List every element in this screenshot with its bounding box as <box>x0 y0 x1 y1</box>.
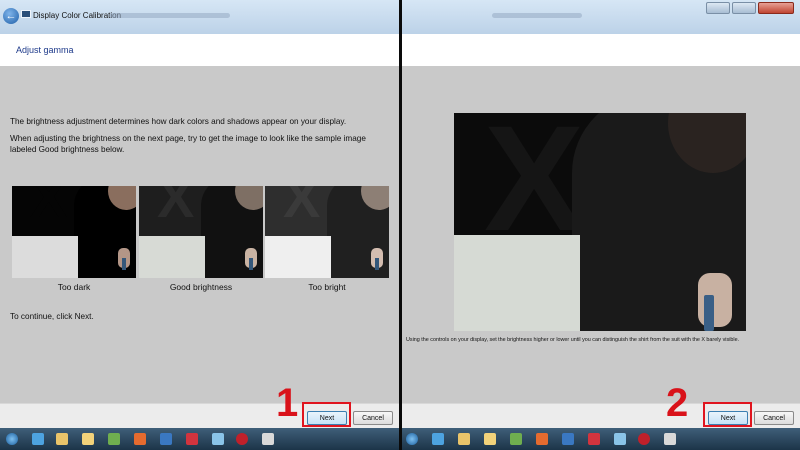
app-icon[interactable] <box>262 433 274 445</box>
window-title-bar <box>402 0 800 35</box>
app-icon[interactable] <box>160 433 172 445</box>
intro-paragraph-1: The brightness adjustment determines how… <box>10 117 347 126</box>
title-bar-blur <box>492 13 582 18</box>
display-app-icon <box>21 10 31 18</box>
calibration-image: X <box>454 113 746 331</box>
folder-icon[interactable] <box>458 433 470 445</box>
window-title: Display Color Calibration <box>33 11 122 20</box>
window-title-bar: ← Display Color Calibration <box>0 0 399 35</box>
back-arrow-icon[interactable]: ← <box>3 8 19 24</box>
next-button-highlight <box>703 402 752 427</box>
sample-label-good-brightness: Good brightness <box>169 282 233 292</box>
taskbar <box>0 428 399 450</box>
sample-image-too-bright: X <box>265 186 389 278</box>
ie-icon[interactable] <box>432 433 444 445</box>
minimize-icon[interactable] <box>706 2 730 14</box>
app-icon[interactable] <box>236 433 248 445</box>
start-orb-icon[interactable] <box>6 433 18 445</box>
sample-label-too-dark: Too dark <box>57 282 91 292</box>
sample-image-too-dark: X <box>12 186 136 278</box>
left-window: ← Display Color Calibration Adjust gamma… <box>0 0 399 450</box>
app-icon[interactable] <box>134 433 146 445</box>
intro-paragraph-2: When adjusting the brightness on the nex… <box>10 134 366 154</box>
window-controls <box>706 2 794 14</box>
folder-icon[interactable] <box>82 433 94 445</box>
page-title: Adjust gamma <box>16 45 74 55</box>
maximize-icon[interactable] <box>732 2 756 14</box>
app-icon[interactable] <box>536 433 548 445</box>
calibration-instructions: Using the controls on your display, set … <box>406 337 740 343</box>
app-icon[interactable] <box>588 433 600 445</box>
title-bar-blur <box>110 13 230 18</box>
taskbar <box>402 428 800 450</box>
next-button-highlight <box>302 402 351 427</box>
cancel-button[interactable]: Cancel <box>754 411 794 425</box>
close-icon[interactable] <box>758 2 794 14</box>
sample-label-too-bright: Too bright <box>308 282 346 292</box>
ie-icon[interactable] <box>32 433 44 445</box>
step-number-2: 2 <box>666 381 689 425</box>
folder-icon[interactable] <box>484 433 496 445</box>
app-icon[interactable] <box>186 433 198 445</box>
app-icon[interactable] <box>664 433 676 445</box>
folder-icon[interactable] <box>56 433 68 445</box>
app-icon[interactable] <box>638 433 650 445</box>
page-header <box>402 34 800 66</box>
app-icon[interactable] <box>510 433 522 445</box>
app-icon[interactable] <box>212 433 224 445</box>
step-number-1: 1 <box>276 381 299 425</box>
app-icon[interactable] <box>614 433 626 445</box>
intro-text: The brightness adjustment determines how… <box>10 116 390 161</box>
continue-instruction: To continue, click Next. <box>10 312 94 321</box>
app-icon[interactable] <box>108 433 120 445</box>
page-header: Adjust gamma <box>0 34 399 66</box>
cancel-button[interactable]: Cancel <box>353 411 393 425</box>
sample-image-good-brightness: X <box>139 186 263 278</box>
right-window: X Using the controls on your display, se… <box>402 0 800 450</box>
app-icon[interactable] <box>562 433 574 445</box>
start-orb-icon[interactable] <box>406 433 418 445</box>
